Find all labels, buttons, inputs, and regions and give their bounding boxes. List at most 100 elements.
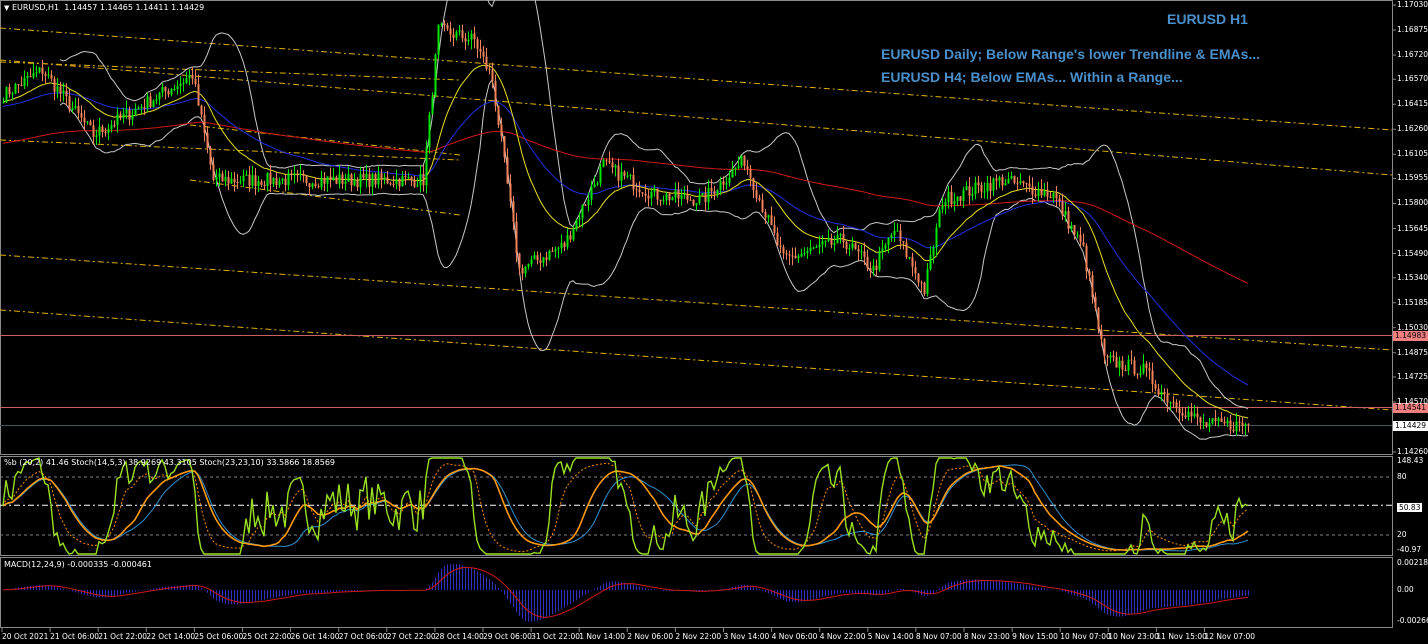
x-tick-label: 26 Oct 14:00 [290,632,340,641]
bull-candle [1226,420,1229,424]
bear-candle [386,177,389,184]
bear-candle [260,181,263,185]
bear-candle [1079,234,1082,243]
bear-candle [1136,374,1139,376]
triangle-down-icon[interactable]: ▼ [4,4,9,12]
trendline-7 [189,124,461,156]
chart-canvas[interactable] [0,0,1428,644]
bear-candle [1121,360,1124,370]
bull-candle [581,204,584,219]
bear-candle [704,193,707,203]
bear-candle [584,204,587,206]
bear-candle [191,75,194,79]
bull-candle [353,180,356,186]
bear-candle [362,173,365,178]
bull-candle [698,195,701,204]
bull-candle [332,177,335,181]
bear-candle [1229,420,1232,430]
bear-candle [782,247,785,254]
bull-candle [299,174,302,176]
bear-candle [314,183,317,187]
bear-candle [863,251,866,257]
bull-candle [185,78,188,83]
bear-candle [17,84,20,86]
bear-candle [1013,175,1016,183]
bull-candle [701,193,704,196]
bull-candle [26,75,29,78]
bull-candle [419,173,422,186]
bear-candle [959,196,962,201]
bull-candle [146,96,149,109]
bull-candle [953,201,956,205]
bull-candle [71,108,74,110]
bear-candle [1094,297,1097,309]
bear-candle [758,197,761,200]
bull-candle [401,176,404,187]
bear-candle [668,193,671,201]
x-tick-label: 20 Oct 2021 [2,632,49,641]
bull-candle [320,178,323,188]
bear-candle [1184,415,1187,418]
timeframe-note: EURUSD H1 [1167,11,1248,27]
chart-title: EURUSD,H1 [11,3,60,12]
macd-panel-frame [0,557,1393,628]
bull-candle [371,174,374,187]
bear-candle [611,162,614,168]
bear-candle [1124,369,1127,371]
bull-candle [428,114,431,148]
bear-candle [830,237,833,245]
bull-candle [935,227,938,248]
bear-candle [1151,370,1154,384]
bear-candle [845,242,848,250]
bull-candle [47,74,50,76]
bull-candle [455,31,458,38]
x-tick-label: 10 Nov 07:00 [1060,632,1111,641]
bear-candle [446,25,449,29]
bear-candle [1166,394,1169,403]
bull-candle [338,174,341,184]
chart-window[interactable]: ▼ EURUSD,H1 1.14457 1.14465 1.14411 1.14… [0,0,1428,644]
x-tick-label: 10 Nov 23:00 [1108,632,1159,641]
bull-candle [1193,413,1196,417]
bear-candle [785,253,788,255]
bull-candle [395,178,398,185]
bull-candle [797,256,800,259]
bull-candle [152,100,155,107]
bear-candle [263,184,266,187]
bull-candle [1070,225,1073,229]
bear-candle [1028,183,1031,187]
bear-candle [269,172,272,184]
bull-candle [38,67,41,72]
bear-candle [83,117,86,123]
oscillator-label: %b (20,2) 41.46 Stoch(14,5,3) 38.9269 43… [4,458,336,467]
bear-candle [512,201,515,222]
bull-candle [1043,191,1046,196]
bear-candle [641,192,644,194]
bear-candle [842,234,845,243]
bear-candle [1241,422,1244,426]
bear-candle [1196,413,1199,418]
bull-candle [890,235,893,239]
bear-candle [605,160,608,162]
bull-candle [599,167,602,184]
bull-candle [848,248,851,250]
bear-candle [632,175,635,190]
bear-candle [233,178,236,183]
x-tick-label: 9 Nov 15:00 [1012,632,1058,641]
bear-candle [1025,183,1028,185]
bull-candle [257,181,260,187]
daily-note: EURUSD Daily; Below Range's lower Trendl… [881,46,1261,62]
bull-candle [572,229,575,240]
bull-candle [32,73,35,78]
trendline-3 [0,309,1393,411]
bull-candle [683,194,686,196]
bear-candle [497,105,500,125]
bear-candle [923,282,926,294]
bull-candle [1019,181,1022,184]
y-tick-label: 1.15800 [1397,198,1428,208]
bear-candle [1034,194,1037,197]
bull-candle [218,173,221,178]
bull-candle [1007,178,1010,184]
bear-candle [1172,402,1175,404]
bull-candle [437,24,440,55]
